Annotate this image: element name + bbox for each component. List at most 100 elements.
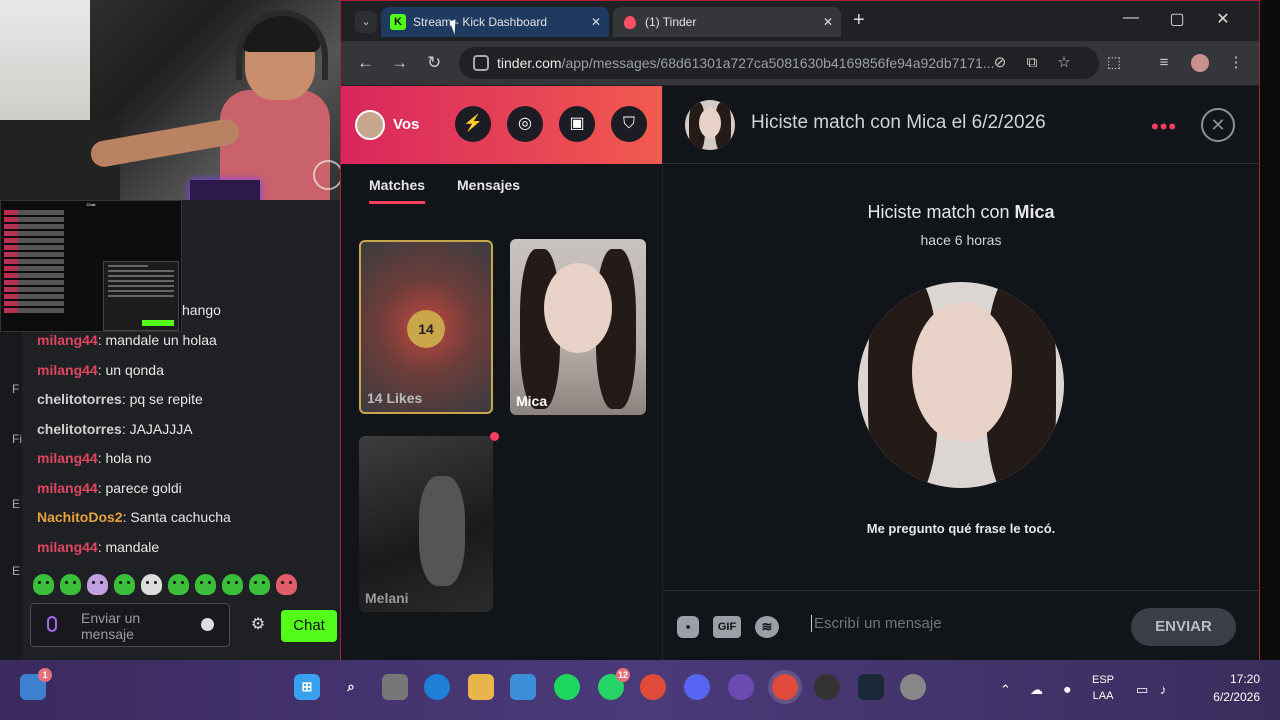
conversation-header: Hiciste match con Mica el 6/2/2026 ••• ✕ [663, 86, 1259, 164]
network-icon[interactable]: ▭ [1136, 682, 1148, 698]
tab-label: (1) Tinder [645, 15, 697, 29]
chat-username[interactable]: milang44 [37, 450, 98, 466]
system-clock[interactable]: 17:20 6/2/2026 [1180, 670, 1260, 706]
chat-text: hola no [105, 450, 152, 466]
tab-mensajes[interactable]: Mensajes [457, 177, 520, 193]
spotify-icon[interactable]: ≋ [755, 616, 779, 638]
settings-gear-icon[interactable] [900, 674, 926, 700]
spotify-icon[interactable] [554, 674, 580, 700]
message-input[interactable] [811, 615, 1111, 632]
obs-icon[interactable] [814, 674, 840, 700]
right-edge [1260, 0, 1280, 660]
tray-chevron-icon[interactable]: ⌃ [1000, 682, 1011, 698]
tab-search-chevron-icon[interactable]: ⌄ [355, 11, 377, 33]
forward-arrow-icon[interactable]: → [391, 53, 408, 73]
profile-avatar[interactable] [355, 110, 385, 140]
close-tab-icon[interactable]: ✕ [823, 7, 833, 37]
match-card-melani[interactable]: Melani [359, 436, 493, 612]
edge-browser-icon[interactable] [424, 674, 450, 700]
emote-icon[interactable] [141, 574, 162, 595]
chat-username[interactable]: milang44 [37, 332, 98, 348]
emote-icon[interactable] [276, 574, 297, 595]
whatsapp-icon[interactable]: 12 [598, 668, 630, 700]
menu-kebab-icon[interactable]: ⋮ [1227, 54, 1245, 72]
chat-username[interactable]: milang44 [37, 362, 98, 378]
tab-tinder[interactable]: (1) Tinder ✕ [613, 7, 841, 37]
emote-icon[interactable] [114, 574, 135, 595]
reload-icon[interactable]: ↻ [427, 53, 441, 73]
close-tab-icon[interactable]: ✕ [591, 7, 601, 37]
emote-icon[interactable] [222, 574, 243, 595]
search-icon[interactable]: ⌕ [338, 674, 364, 700]
notification-app-icon[interactable]: 1 [20, 668, 52, 700]
maximize-icon[interactable]: ▢ [1167, 9, 1187, 29]
language-indicator[interactable]: ESP LAA [1092, 672, 1114, 704]
back-arrow-icon[interactable]: ← [357, 53, 374, 73]
app-icon[interactable] [728, 674, 754, 700]
profile-label[interactable]: Vos [393, 116, 419, 133]
match-avatar[interactable] [685, 100, 735, 150]
close-window-icon[interactable]: ✕ [1213, 9, 1233, 29]
chat-username[interactable]: chelitotorres [37, 421, 122, 437]
gif-button[interactable]: GIF [713, 616, 741, 638]
tinder-sidebar: Vos ⚡ ◎ ▣ ⛉ Matches Mensajes 14 14 Likes… [341, 86, 662, 661]
chat-message: chelitotorres: JAJAJJJA [37, 420, 193, 437]
chat-settings-gear-icon[interactable]: ⚙ [248, 615, 268, 635]
profile-avatar[interactable] [1191, 54, 1209, 72]
chat-input[interactable]: Enviar un mensaje [30, 603, 230, 647]
emote-icon[interactable] [33, 574, 54, 595]
explore-compass-icon[interactable]: ◎ [507, 106, 543, 142]
task-view-icon[interactable] [382, 674, 408, 700]
chat-username[interactable]: milang44 [37, 539, 98, 555]
emote-icon[interactable] [87, 574, 108, 595]
close-conversation-icon[interactable]: ✕ [1201, 108, 1235, 142]
eye-off-icon[interactable]: ⊘ [991, 54, 1009, 72]
microphone-icon[interactable] [47, 616, 57, 632]
send-message-button[interactable]: ENVIAR [1131, 608, 1236, 646]
cloud-icon[interactable]: ☁ [1030, 682, 1043, 698]
sticker-icon[interactable]: ▪ [677, 616, 699, 638]
microphone-icon[interactable]: ⏺ [1064, 682, 1071, 698]
match-card-mica[interactable]: Mica [510, 239, 646, 415]
emote-icon[interactable] [195, 574, 216, 595]
briefcase-icon[interactable]: ▣ [559, 106, 595, 142]
install-app-icon[interactable]: ⧉ [1023, 54, 1041, 72]
likes-card[interactable]: 14 14 Likes [359, 240, 493, 414]
site-info-icon[interactable] [473, 55, 489, 71]
chat-messages: milang44: mandale un holaa milang44: un q… [22, 330, 342, 566]
chat-username[interactable]: milang44 [37, 480, 98, 496]
file-explorer-icon[interactable] [468, 674, 494, 700]
tinder-conversation: Hiciste match con Mica el 6/2/2026 ••• ✕… [663, 86, 1259, 661]
chat-username[interactable]: NachitoDos2 [37, 509, 123, 525]
match-profile-photo[interactable] [858, 282, 1064, 488]
store-icon[interactable] [510, 674, 536, 700]
taskbar: 1 ⊞ ⌕ 12 ⌃ ☁ ⏺ ESP LAA ▭ ♪ 17:20 6/2/2026 [0, 660, 1280, 720]
discord-icon[interactable] [684, 674, 710, 700]
safety-shield-icon[interactable]: ⛉ [611, 106, 647, 142]
keyboard [190, 180, 260, 200]
match-card-name: Mica [516, 393, 548, 409]
emote-icon[interactable] [60, 574, 81, 595]
windows-start-icon[interactable]: ⊞ [294, 674, 320, 700]
tab-matches[interactable]: Matches [369, 177, 426, 204]
chat-partial-text: hango [182, 302, 221, 318]
chrome-profile-icon[interactable] [772, 674, 798, 700]
chat-text: Santa cachucha [130, 509, 231, 525]
volume-icon[interactable]: ♪ [1160, 682, 1167, 697]
emoji-icon[interactable] [201, 618, 214, 631]
new-tab-plus-icon[interactable]: + [853, 9, 865, 32]
bookmark-star-icon[interactable]: ☆ [1055, 54, 1073, 72]
emote-icon[interactable] [249, 574, 270, 595]
match-time: hace 6 horas [920, 232, 1002, 248]
chrome-icon[interactable] [640, 674, 666, 700]
media-control-icon[interactable]: ≡ [1155, 54, 1173, 72]
emote-icon[interactable] [168, 574, 189, 595]
chat-username[interactable]: chelitotorres [37, 391, 122, 407]
tab-kick-dashboard[interactable]: K Stream - Kick Dashboard ✕ [381, 7, 609, 37]
minimize-icon[interactable]: — [1121, 9, 1141, 27]
steam-icon[interactable] [858, 674, 884, 700]
more-options-icon[interactable]: ••• [1151, 114, 1177, 140]
chat-send-button[interactable]: Chat [281, 610, 337, 642]
boost-bolt-icon[interactable]: ⚡ [455, 106, 491, 142]
extensions-icon[interactable]: ⬚ [1105, 54, 1123, 72]
